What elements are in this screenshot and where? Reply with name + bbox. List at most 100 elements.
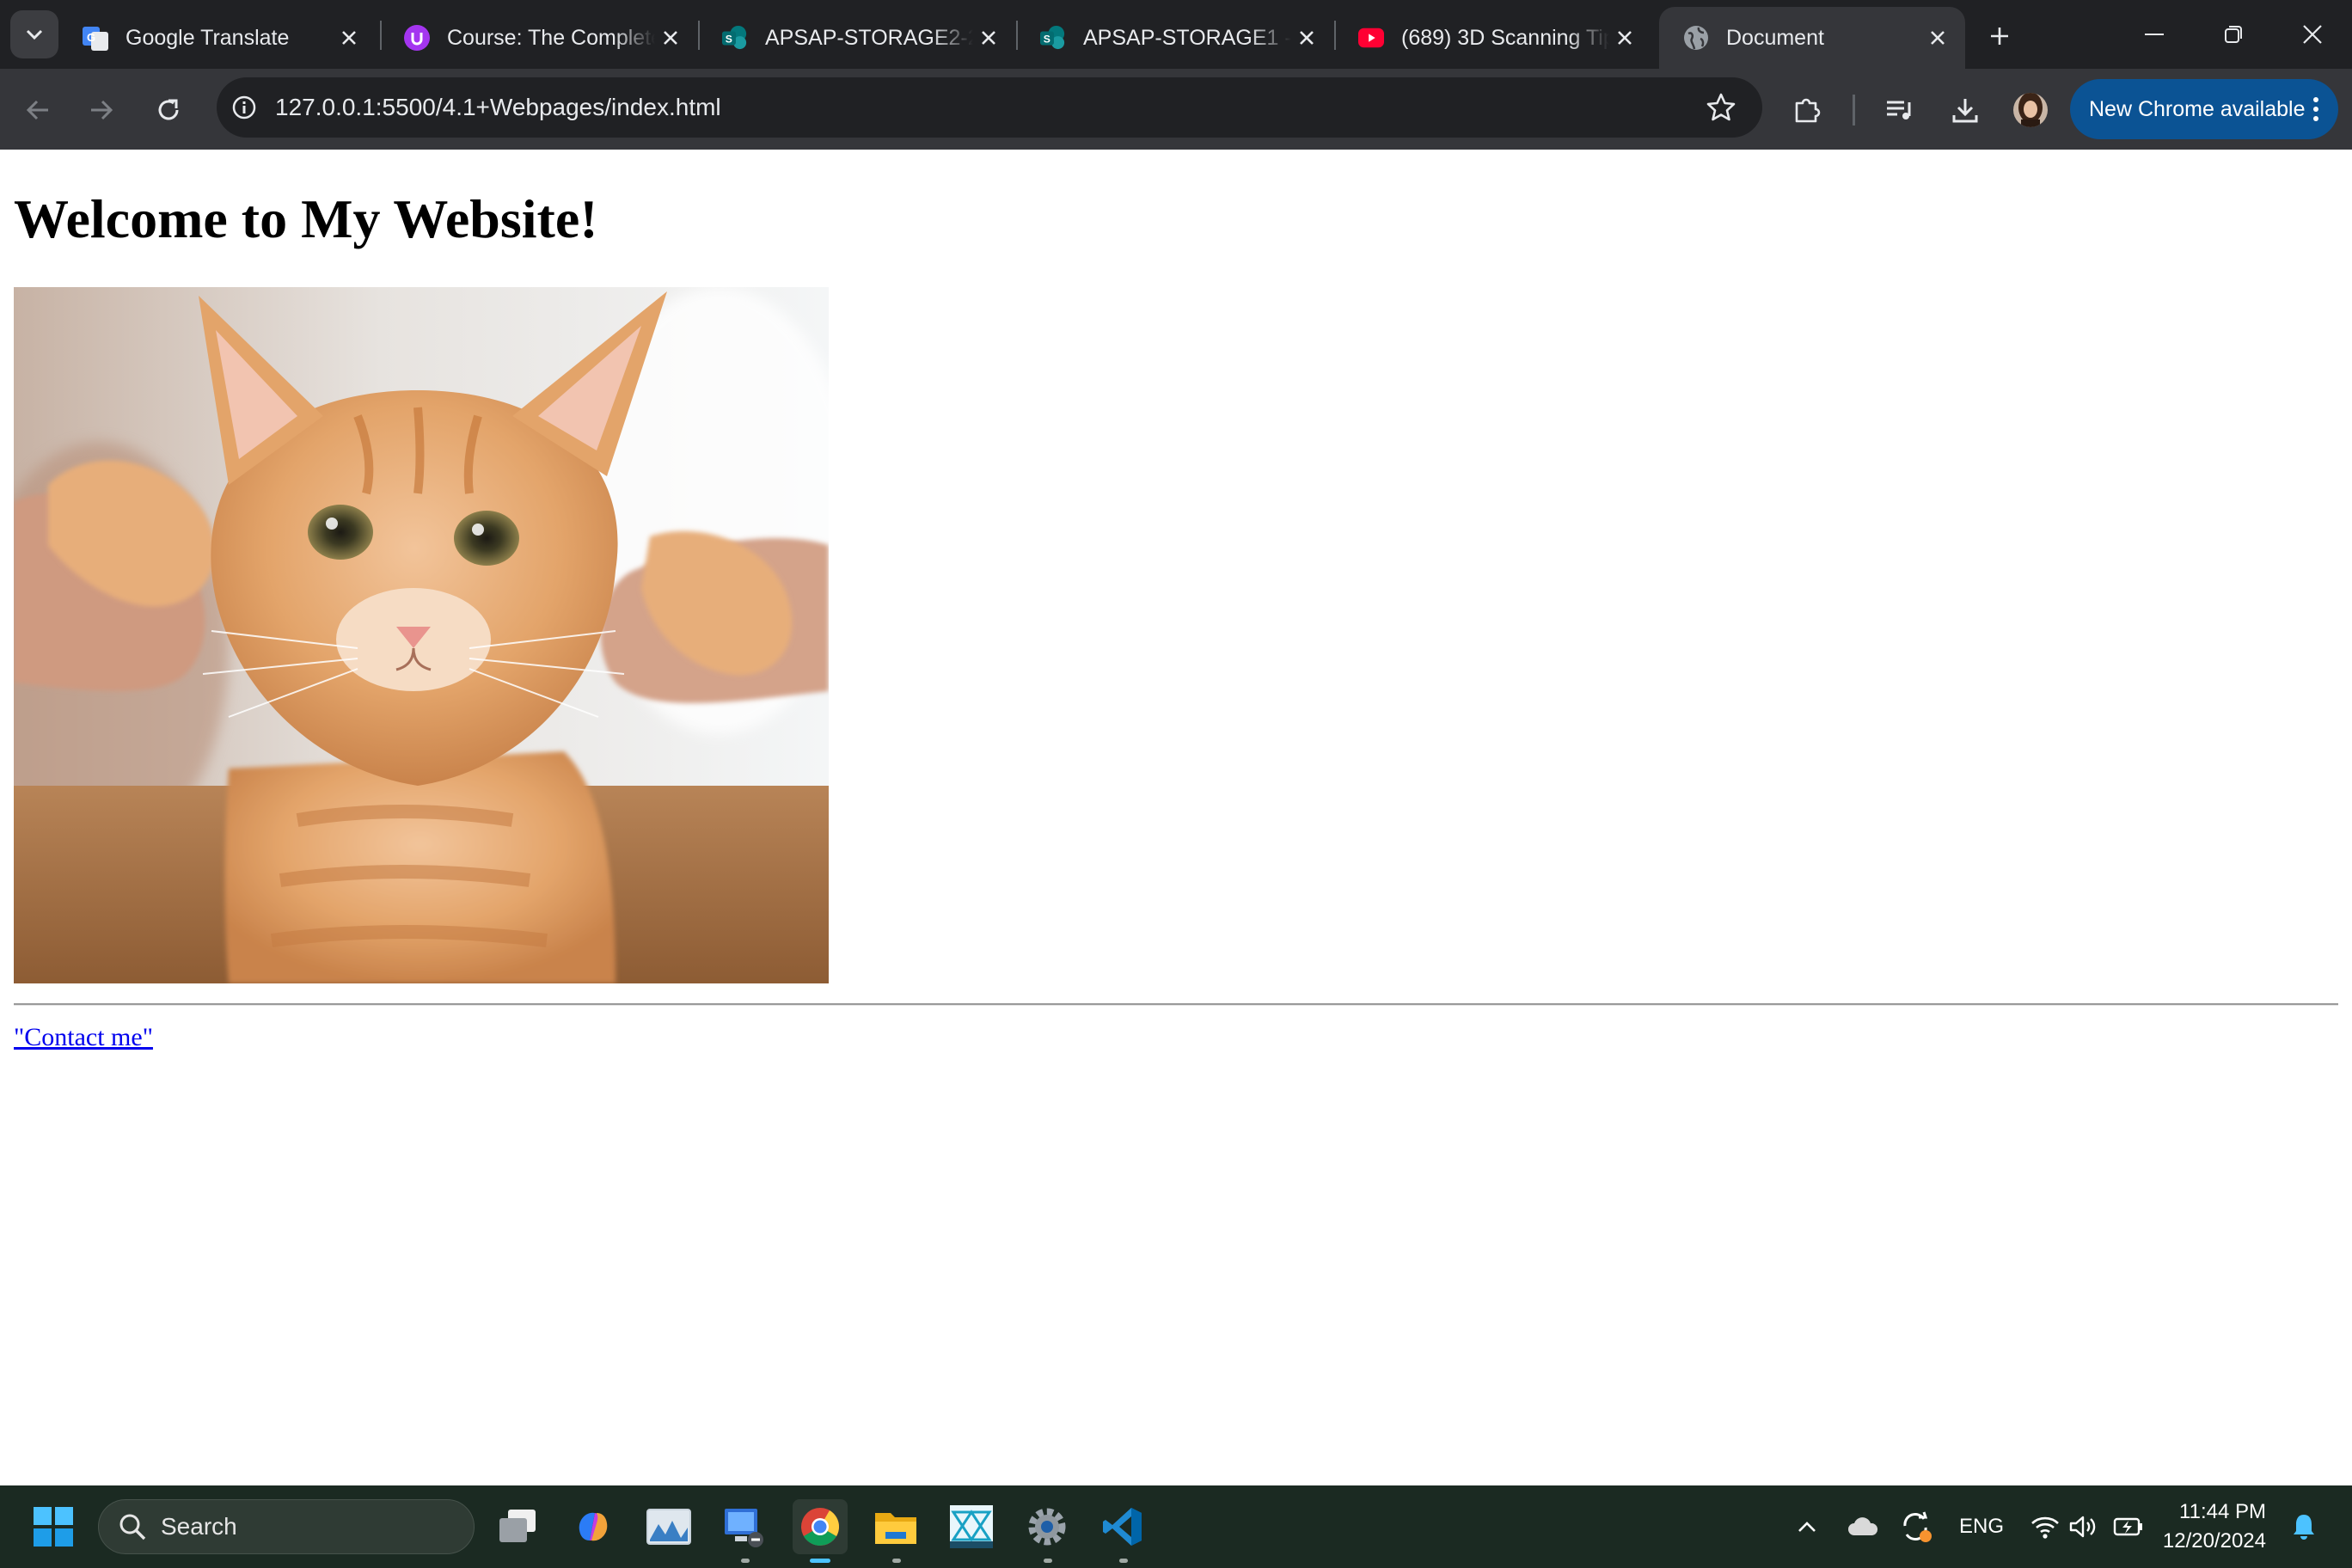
windows-start-icon: [34, 1507, 73, 1547]
sync-icon: [1903, 1511, 1932, 1542]
tab-course[interactable]: Course: The Complete: [380, 7, 698, 69]
windows-taskbar: Search ENG 11:44 PM 12/20/2024: [0, 1485, 2352, 1568]
horizontal-rule: [14, 1003, 2338, 1006]
running-indicator: [1119, 1559, 1128, 1563]
youtube-icon: [1358, 25, 1384, 51]
more-options-icon[interactable]: [2312, 96, 2319, 122]
tab-youtube[interactable]: (689) 3D Scanning Tip: [1334, 7, 1652, 69]
close-tab-icon[interactable]: [973, 22, 1004, 53]
clock-date: 12/20/2024: [2162, 1529, 2266, 1553]
back-button[interactable]: [15, 88, 60, 132]
wifi-icon: [2031, 1516, 2059, 1539]
clock[interactable]: 11:44 PM 12/20/2024: [2159, 1498, 2266, 1556]
task-view-icon: [499, 1510, 536, 1542]
tab-apsap-storage2[interactable]: S APSAP-STORAGE2-20: [698, 7, 1016, 69]
tab-title: Course: The Complete: [447, 25, 655, 50]
tab-search-button[interactable]: [10, 10, 58, 58]
remote-desktop-button[interactable]: [717, 1499, 772, 1563]
close-tab-icon[interactable]: [655, 22, 686, 53]
google-translate-icon: G: [83, 25, 108, 51]
notifications-button[interactable]: [2287, 1510, 2321, 1544]
tab-title: APSAP-STORAGE2-20: [765, 25, 973, 50]
photos-button[interactable]: [641, 1499, 696, 1554]
app-icon: [950, 1505, 993, 1548]
tab-apsap-storage1[interactable]: S APSAP-STORAGE1 - n: [1016, 7, 1334, 69]
volume-button[interactable]: [2067, 1510, 2099, 1544]
reload-icon: [158, 99, 179, 120]
downloads-button[interactable]: [1943, 88, 1988, 132]
page-heading: Welcome to My Website!: [14, 188, 598, 249]
onedrive-button[interactable]: [1843, 1510, 1883, 1544]
update-label: New Chrome available: [2089, 96, 2306, 121]
copilot-button[interactable]: [566, 1499, 621, 1554]
running-indicator: [892, 1559, 901, 1563]
minimize-icon: [2145, 34, 2164, 35]
vscode-icon: [1103, 1508, 1142, 1546]
active-indicator: [810, 1559, 830, 1563]
chrome-button[interactable]: [793, 1499, 848, 1563]
file-explorer-button[interactable]: [868, 1499, 923, 1563]
url-text: 127.0.0.1:5500/4.1+Webpages/index.html: [275, 94, 721, 120]
contact-me-link[interactable]: "Contact me": [14, 1023, 153, 1052]
vscode-button[interactable]: [1095, 1499, 1150, 1563]
svg-text:S: S: [726, 34, 732, 46]
site-info-icon[interactable]: [229, 92, 260, 123]
battery-button[interactable]: [2111, 1510, 2146, 1544]
wifi-button[interactable]: [2029, 1510, 2061, 1544]
search-icon: [119, 1514, 146, 1540]
reload-button[interactable]: [146, 88, 191, 132]
tab-google-translate[interactable]: G Google Translate: [58, 7, 377, 69]
profile-button[interactable]: [2008, 88, 2053, 132]
kitten-image: [14, 287, 829, 983]
arrow-left-icon: [26, 100, 48, 120]
new-chrome-available-button[interactable]: New Chrome available: [2070, 79, 2338, 139]
settings-icon: [1028, 1508, 1066, 1546]
chevron-down-icon: [26, 29, 43, 40]
restore-icon: [2225, 26, 2242, 43]
language-indicator[interactable]: ENG: [1951, 1510, 2012, 1544]
tab-title: (689) 3D Scanning Tip: [1401, 25, 1609, 50]
sharepoint-icon: S: [722, 25, 748, 51]
svg-text:S: S: [1044, 34, 1050, 46]
forward-button[interactable]: [79, 88, 124, 132]
bookmark-star-icon[interactable]: [1706, 92, 1736, 123]
start-button[interactable]: [26, 1499, 81, 1554]
task-view-button[interactable]: [490, 1499, 545, 1554]
extensions-button[interactable]: [1785, 88, 1829, 132]
file-explorer-icon: [875, 1513, 916, 1544]
close-tab-icon[interactable]: [1291, 22, 1322, 53]
chrome-icon: [801, 1508, 839, 1546]
tab-title: APSAP-STORAGE1 - n: [1083, 25, 1291, 50]
copilot-icon: [579, 1512, 608, 1541]
language-label: ENG: [1958, 1515, 2004, 1538]
new-tab-button[interactable]: [1981, 17, 2018, 55]
app-button[interactable]: [944, 1499, 999, 1554]
udemy-icon: [404, 25, 430, 51]
browser-toolbar: 127.0.0.1:5500/4.1+Webpages/index.html N…: [0, 69, 2352, 150]
close-tab-icon[interactable]: [1609, 22, 1640, 53]
running-indicator: [1044, 1559, 1052, 1563]
bell-icon: [2294, 1515, 2314, 1540]
close-window-button[interactable]: [2276, 0, 2349, 69]
svg-text:G: G: [87, 31, 95, 44]
show-hidden-icons-button[interactable]: [1790, 1510, 1824, 1544]
search-label: Search: [161, 1513, 237, 1540]
sync-status-button[interactable]: [1896, 1510, 1936, 1544]
sharepoint-icon: S: [1040, 25, 1066, 51]
toolbar-divider: [1853, 95, 1855, 126]
taskbar-search-box[interactable]: Search: [98, 1499, 475, 1554]
tab-title: Google Translate: [126, 25, 290, 50]
download-icon: [1952, 99, 1978, 123]
photos-icon: [646, 1509, 691, 1545]
cloud-icon: [1848, 1517, 1878, 1535]
close-tab-icon[interactable]: [334, 22, 364, 53]
tab-document[interactable]: Document: [1659, 7, 1965, 69]
web-page: Welcome to My Website! "Contact me": [0, 150, 2352, 1485]
close-tab-icon[interactable]: [1922, 22, 1953, 53]
address-bar[interactable]: 127.0.0.1:5500/4.1+Webpages/index.html: [217, 77, 1762, 138]
minimize-button[interactable]: [2118, 0, 2190, 69]
settings-button[interactable]: [1020, 1499, 1075, 1563]
restore-button[interactable]: [2197, 0, 2269, 69]
battery-charging-icon: [2113, 1517, 2142, 1536]
media-controls-button[interactable]: [1877, 88, 1922, 132]
